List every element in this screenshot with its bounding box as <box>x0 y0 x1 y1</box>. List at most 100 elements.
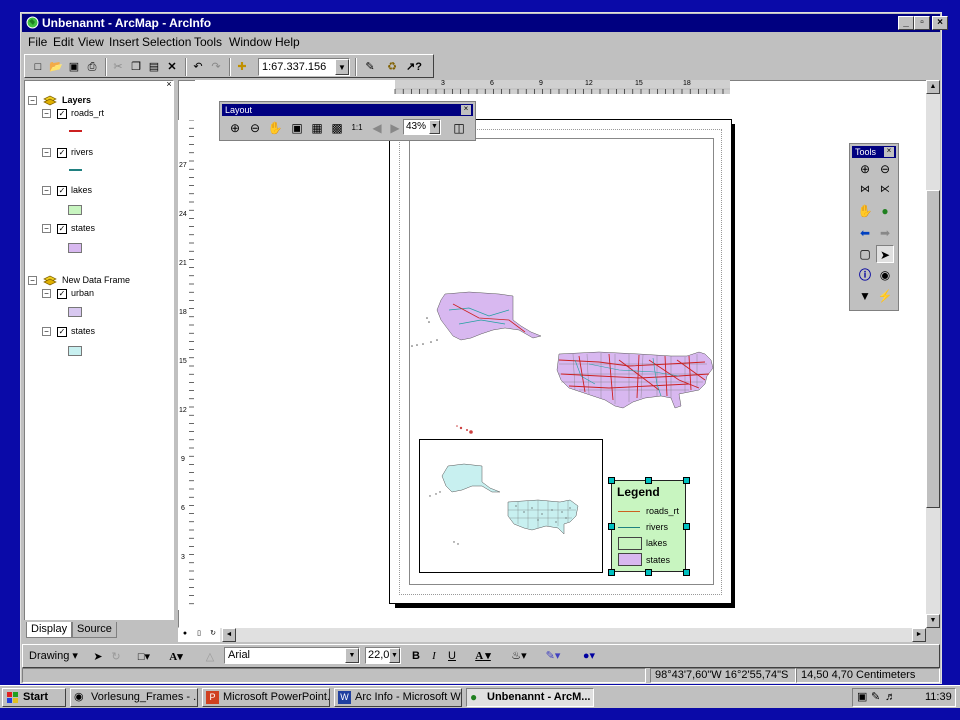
layout-zoom-combo[interactable]: 43% ▼ <box>403 119 441 135</box>
open-folder-icon[interactable]: 📂 <box>47 58 65 76</box>
vertical-scroll-thumb[interactable] <box>926 190 940 508</box>
toc-layer-lakes[interactable]: − ✓ lakes <box>42 184 92 196</box>
taskbar-task-word[interactable]: W Arc Info - Microsoft W... <box>334 688 462 707</box>
menu-tools[interactable]: Tools <box>194 35 222 49</box>
new-document-icon[interactable]: □ <box>29 58 47 76</box>
back-arrow-icon[interactable]: ⬅ <box>856 224 874 242</box>
selection-handle[interactable] <box>608 569 615 576</box>
chevron-down-icon[interactable]: ▼ <box>335 59 349 75</box>
fixed-zoom-in-icon[interactable]: ▦ <box>308 119 326 137</box>
save-icon[interactable]: ▣ <box>65 58 83 76</box>
pan-page-icon[interactable]: ✋ <box>266 119 284 137</box>
tools-toolbar-title[interactable]: Tools × <box>852 146 896 158</box>
measure-icon[interactable]: ▼ <box>856 287 874 305</box>
line-color-icon[interactable]: ✎▾ <box>538 647 568 665</box>
zoom-out-icon[interactable]: ⊖ <box>876 160 894 178</box>
delete-icon[interactable]: ✕ <box>163 58 181 76</box>
zoom-in-icon[interactable]: ⊕ <box>856 160 874 178</box>
collapse-icon[interactable]: − <box>42 186 51 196</box>
collapse-icon[interactable]: − <box>42 327 51 337</box>
tray-volume-icon[interactable]: ♬ <box>885 689 896 706</box>
data-frame-layers[interactable]: − Layers <box>28 94 91 106</box>
edit-vertices-icon[interactable]: △ <box>201 648 219 666</box>
hyperlink-bolt-icon[interactable]: ⚡ <box>876 287 894 305</box>
layer-visibility-checkbox[interactable]: ✓ <box>57 185 67 196</box>
close-icon[interactable]: × <box>461 105 471 115</box>
horizontal-scrollbar[interactable]: ● ▯ ↻ ◄ ► <box>178 628 926 642</box>
cut-icon[interactable]: ✂ <box>109 58 127 76</box>
toc-layer-rivers[interactable]: − ✓ rivers <box>42 146 93 158</box>
layout-view-icon[interactable]: ▯ <box>192 628 206 642</box>
print-icon[interactable]: ⎙ <box>83 58 101 76</box>
minimize-button[interactable]: _ <box>898 16 914 30</box>
zoom-in-page-icon[interactable]: ⊕ <box>226 119 244 137</box>
arccatalog-icon[interactable]: ♻ <box>383 58 401 76</box>
fixed-zoom-in-icon[interactable]: ⋈ <box>856 181 874 199</box>
rotate-icon[interactable]: ↻ <box>107 648 125 666</box>
selection-handle[interactable] <box>683 569 690 576</box>
tab-display[interactable]: Display <box>26 622 73 638</box>
scroll-up-icon[interactable]: ▲ <box>926 80 940 94</box>
close-icon[interactable]: × <box>164 80 174 90</box>
menu-help[interactable]: Help <box>275 35 300 49</box>
selection-handle[interactable] <box>683 523 690 530</box>
data-frame-new[interactable]: − New Data Frame <box>28 274 130 286</box>
main-map[interactable] <box>409 280 714 440</box>
tab-source[interactable]: Source <box>72 622 117 638</box>
menu-view[interactable]: View <box>78 35 104 49</box>
taskbar-task-arcmap[interactable]: ● Unbenannt - ArcM... <box>466 688 594 707</box>
menu-window[interactable]: Window <box>229 35 272 49</box>
select-elements-arrow-icon[interactable]: ➤ <box>876 245 894 263</box>
layer-visibility-checkbox[interactable]: ✓ <box>57 326 67 337</box>
toc-layer-urban[interactable]: − ✓ urban <box>42 287 94 299</box>
collapse-icon[interactable]: − <box>28 96 37 106</box>
collapse-icon[interactable]: − <box>42 224 51 234</box>
select-elements-arrow-icon[interactable]: ➤ <box>89 648 107 666</box>
scroll-down-icon[interactable]: ▼ <box>926 614 940 628</box>
zoom-100-icon[interactable]: 1:1 <box>348 119 366 137</box>
taskbar-task-powerpoint[interactable]: P Microsoft PowerPoint... <box>202 688 330 707</box>
close-button[interactable]: × <box>932 16 948 30</box>
toggle-draft-mode-icon[interactable]: ◫ <box>450 119 468 137</box>
menu-insert[interactable]: Insert <box>109 35 139 49</box>
collapse-icon[interactable]: − <box>28 276 37 286</box>
layout-toolbar-title[interactable]: Layout × <box>222 104 473 116</box>
menu-file[interactable]: File <box>28 35 47 49</box>
scroll-right-icon[interactable]: ► <box>912 628 926 642</box>
italic-button[interactable]: I <box>425 647 443 665</box>
layer-visibility-checkbox[interactable]: ✓ <box>57 147 67 158</box>
bold-button[interactable]: B <box>407 647 425 665</box>
rectangle-icon[interactable]: □▾ <box>135 648 153 666</box>
layer-visibility-checkbox[interactable]: ✓ <box>57 288 67 299</box>
forward-arrow-icon[interactable]: ➡ <box>876 224 894 242</box>
toc-layer-states[interactable]: − ✓ states <box>42 222 95 234</box>
font-size-combo[interactable]: 22,0 ▼ <box>365 647 401 664</box>
redo-icon[interactable]: ↷ <box>207 58 225 76</box>
fixed-zoom-out-icon[interactable]: ▩ <box>328 119 346 137</box>
start-button[interactable]: Start <box>2 688 66 707</box>
tray-network-icon[interactable]: ▣ <box>857 689 867 706</box>
selection-handle[interactable] <box>608 477 615 484</box>
font-color-button[interactable]: A ▾ <box>468 647 498 665</box>
identify-icon[interactable]: ⓘ <box>856 266 874 284</box>
new-text-button[interactable]: A▾ <box>167 648 185 666</box>
back-extent-icon[interactable]: ◀ <box>368 119 386 137</box>
taskbar-task-frames[interactable]: ◉ Vorlesung_Frames - ... <box>70 688 198 707</box>
refresh-icon[interactable]: ↻ <box>206 628 220 642</box>
toc-layer-roads-rt[interactable]: − ✓ roads_rt <box>42 107 104 119</box>
whats-this-help-icon[interactable]: ↗? <box>405 58 423 76</box>
close-icon[interactable]: × <box>884 147 894 157</box>
forward-extent-icon[interactable]: ▶ <box>386 119 404 137</box>
fill-color-icon[interactable]: ♨▾ <box>504 647 534 665</box>
selection-handle[interactable] <box>608 523 615 530</box>
collapse-icon[interactable]: − <box>42 148 51 158</box>
collapse-icon[interactable]: − <box>42 289 51 299</box>
paste-icon[interactable]: ▤ <box>145 58 163 76</box>
chevron-down-icon[interactable]: ▼ <box>345 648 359 663</box>
font-name-combo[interactable]: Arial ▼ <box>224 647 360 664</box>
add-data-icon[interactable]: ✚ <box>233 58 251 76</box>
pan-icon[interactable]: ✋ <box>856 202 874 220</box>
selection-handle[interactable] <box>683 477 690 484</box>
overview-map[interactable] <box>420 440 602 572</box>
layer-visibility-checkbox[interactable]: ✓ <box>57 223 67 234</box>
